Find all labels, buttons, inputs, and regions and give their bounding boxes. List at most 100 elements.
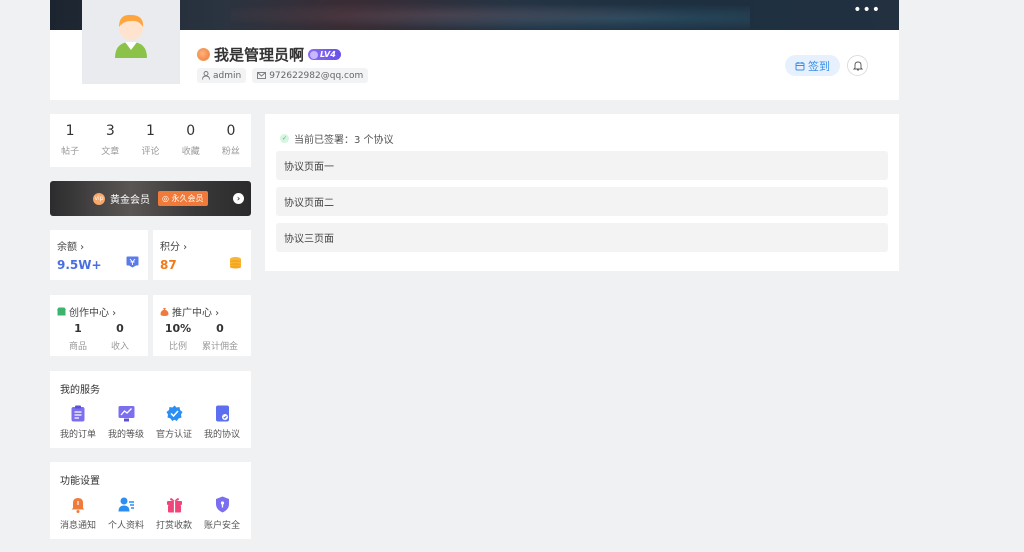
avatar[interactable] <box>82 0 180 84</box>
stat-fans[interactable]: 0 粉丝 <box>211 114 251 167</box>
setting-security-label: 账户安全 <box>203 521 240 531</box>
promotion-center-title: 推广中心 › <box>172 308 220 319</box>
stat-label: 粉丝 <box>221 147 240 157</box>
promotion-commission: 0 累计佣金 <box>198 322 242 352</box>
username-text: admin <box>213 70 242 81</box>
points-title: 积分 › <box>160 242 188 253</box>
medal-icon <box>197 48 210 61</box>
email-text: 972622982@qq.com <box>269 70 364 81</box>
document-icon <box>215 405 229 422</box>
chart-icon <box>118 406 134 422</box>
creator-income-label: 收入 <box>110 342 129 352</box>
service-verify[interactable]: 官方认证 <box>150 405 198 440</box>
stat-value: 3 <box>105 123 115 139</box>
avatar-illustration-icon <box>115 14 147 58</box>
setting-rewards-label: 打赏收款 <box>155 521 192 531</box>
gift-icon <box>166 498 182 513</box>
agreement-item[interactable]: 协议三页面 <box>276 223 888 252</box>
more-menu-icon[interactable]: ••• <box>853 2 881 18</box>
user-name: 我是管理员啊 <box>214 46 305 64</box>
bell-icon <box>71 498 85 513</box>
mail-icon <box>257 72 267 79</box>
setting-rewards[interactable]: 打赏收款 <box>150 496 198 531</box>
service-verify-label: 官方认证 <box>155 430 192 440</box>
level-text: LV4 <box>320 50 336 59</box>
service-level-label: 我的等级 <box>107 430 144 440</box>
meta-row: admin 972622982@qq.com <box>197 68 369 83</box>
service-agreements-label: 我的协议 <box>203 430 240 440</box>
stat-value: 0 <box>186 123 196 139</box>
agreement-item[interactable]: 协议页面二 <box>276 187 888 216</box>
agreements-panel: ✓ 当前已签署：3 个协议 协议页面一 协议页面二 协议三页面 <box>265 114 899 271</box>
promotion-center-card[interactable]: 推广中心 › 10% 比例 0 累计佣金 <box>153 295 251 356</box>
stat-label: 评论 <box>141 147 160 157</box>
vip-badge: ◎ 永久会员 <box>158 191 208 206</box>
stat-label: 帖子 <box>61 147 80 157</box>
promotion-ratio: 10% 比例 <box>156 322 200 352</box>
creator-income-value: 0 <box>116 322 124 335</box>
creator-products-value: 1 <box>74 322 82 335</box>
vip-label: 黄金会员 <box>110 195 150 206</box>
service-orders[interactable]: 我的订单 <box>54 405 102 440</box>
coins-icon <box>230 257 241 269</box>
setting-profile-label: 个人资料 <box>107 521 144 531</box>
my-services-card: 我的服务 我的订单 我的等级 官方认证 我的协议 <box>50 371 251 448</box>
settings-card: 功能设置 消息通知 个人资料 打赏收款 账户安全 <box>50 462 251 539</box>
balance-card[interactable]: 余额 › 9.5W+ <box>50 230 148 280</box>
stat-label: 文章 <box>101 147 120 157</box>
wallet-icon <box>126 256 139 268</box>
points-card[interactable]: 积分 › 87 <box>153 230 251 280</box>
settings-title: 功能设置 <box>60 476 100 487</box>
balance-title: 余额 › <box>57 242 85 253</box>
creator-products: 1 商品 <box>56 322 100 352</box>
creator-center-title: 创作中心 › <box>69 308 117 319</box>
setting-notifications-label: 消息通知 <box>59 521 96 531</box>
vip-banner[interactable]: vip 黄金会员 ◎ 永久会员 › <box>50 181 251 216</box>
store-icon <box>57 307 66 316</box>
money-bag-icon <box>160 308 169 316</box>
email-chip: 972622982@qq.com <box>252 68 369 83</box>
signed-status: ✓ 当前已签署：3 个协议 <box>280 131 394 146</box>
setting-profile[interactable]: 个人资料 <box>102 496 150 531</box>
vip-icon: vip <box>93 192 105 205</box>
setting-security[interactable]: 账户安全 <box>198 496 246 531</box>
user-card-icon <box>118 497 134 512</box>
service-level[interactable]: 我的等级 <box>102 405 150 440</box>
creator-income: 0 收入 <box>98 322 142 352</box>
service-orders-label: 我的订单 <box>59 430 96 440</box>
level-dot-icon <box>310 50 319 59</box>
clipboard-icon <box>71 405 85 422</box>
promotion-center-head: 推广中心 › <box>160 304 219 319</box>
promotion-commission-label: 累计佣金 <box>201 342 238 352</box>
chevron-right-icon[interactable]: › <box>233 193 244 204</box>
stat-label: 收藏 <box>181 147 200 157</box>
points-value: 87 <box>160 258 177 272</box>
promotion-ratio-value: 10% <box>164 322 192 335</box>
balance-value: 9.5W+ <box>57 258 102 272</box>
verified-icon <box>166 405 182 421</box>
services-title: 我的服务 <box>60 385 100 396</box>
check-circle-icon: ✓ <box>280 134 289 143</box>
setting-notifications[interactable]: 消息通知 <box>54 496 102 531</box>
banner-glow <box>230 0 750 30</box>
stat-comments[interactable]: 1 评论 <box>130 114 170 167</box>
promotion-ratio-label: 比例 <box>168 342 187 352</box>
stat-value: 0 <box>226 123 236 139</box>
vip-badge-text: 永久会员 <box>171 194 204 203</box>
signin-label: 签到 <box>808 59 830 73</box>
signed-status-text: 当前已签署：3 个协议 <box>294 135 394 146</box>
calendar-icon <box>795 61 805 70</box>
stat-value: 1 <box>65 123 75 139</box>
notification-button[interactable] <box>847 55 868 76</box>
name-row: 我是管理员啊 LV4 <box>197 44 341 65</box>
stat-articles[interactable]: 3 文章 <box>90 114 130 167</box>
agreement-item[interactable]: 协议页面一 <box>276 151 888 180</box>
stat-posts[interactable]: 1 帖子 <box>50 114 90 167</box>
creator-products-label: 商品 <box>68 342 87 352</box>
stat-value: 1 <box>146 123 155 139</box>
stat-favorites[interactable]: 0 收藏 <box>171 114 211 167</box>
promotion-commission-value: 0 <box>216 322 224 335</box>
creator-center-card[interactable]: 创作中心 › 1 商品 0 收入 <box>50 295 148 356</box>
signin-button[interactable]: 签到 <box>785 55 840 76</box>
service-agreements[interactable]: 我的协议 <box>198 405 246 440</box>
